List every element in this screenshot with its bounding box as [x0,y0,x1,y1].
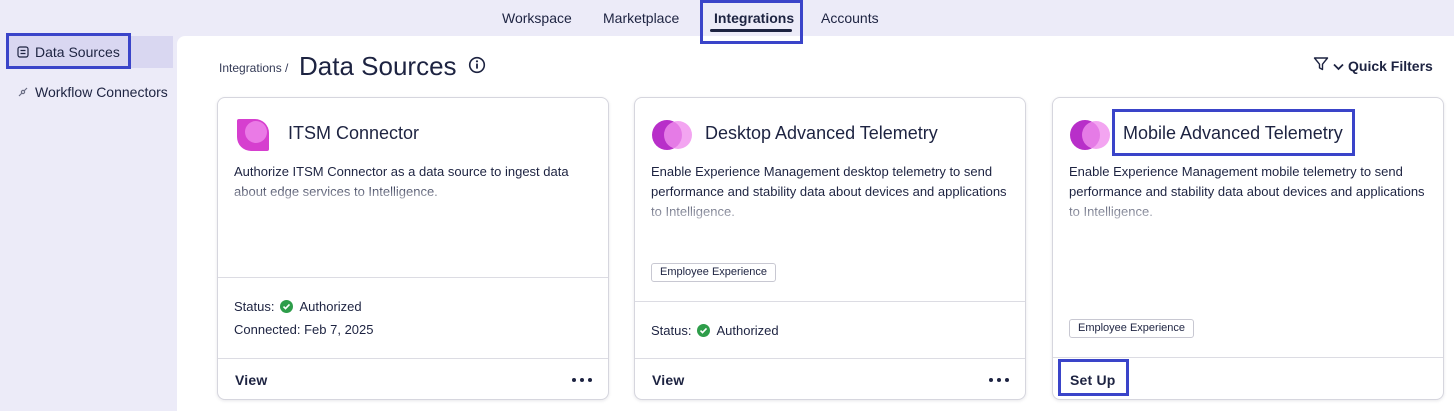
view-button[interactable]: View [235,372,267,388]
card-description: Authorize ITSM Connector as a data sourc… [234,164,569,199]
set-up-button[interactable]: Set Up [1070,372,1116,388]
data-source-card-mobile-telemetry: Mobile Advanced Telemetry Enable Experie… [1052,97,1444,400]
card-title[interactable]: Desktop Advanced Telemetry [705,123,938,144]
tab-accounts[interactable]: Accounts [821,0,879,36]
divider [635,358,1025,359]
tab-marketplace[interactable]: Marketplace [603,0,679,36]
view-button[interactable]: View [652,372,684,388]
status-row: Status: Authorized [234,299,362,314]
breadcrumb[interactable]: Integrations / [219,61,288,75]
mobile-telemetry-logo-icon [1069,116,1113,159]
top-navigation: Workspace Marketplace Integrations Accou… [0,0,1454,36]
data-source-card-desktop-telemetry: Desktop Advanced Telemetry Enable Experi… [634,97,1026,400]
status-label: Status: [234,299,275,314]
page-title: Data Sources [299,51,457,81]
data-source-card-itsm: ITSM Connector Authorize ITSM Connector … [217,97,609,400]
sidebar-item-data-sources[interactable]: Data Sources [9,36,173,68]
check-circle-icon [697,324,711,337]
quick-filters-label: Quick Filters [1348,57,1433,74]
desktop-telemetry-logo-icon [651,116,695,159]
status-value: Authorized [716,323,779,338]
connected-date: Connected: Feb 7, 2025 [234,322,374,337]
divider [1053,357,1443,358]
card-description: Enable Experience Management desktop tel… [651,164,1007,219]
chevron-down-icon [1333,58,1344,74]
quick-filters-button[interactable]: Quick Filters [1313,56,1433,75]
sidebar-item-label: Workflow Connectors [35,84,168,100]
tab-workspace[interactable]: Workspace [502,0,572,36]
divider [218,358,608,359]
connector-icon [11,85,35,99]
more-options-icon[interactable] [989,378,1009,382]
info-icon[interactable] [468,56,486,79]
filter-icon [1313,56,1329,75]
sidebar: Data Sources Workflow Connectors [0,36,176,411]
status-label: Status: [651,323,692,338]
card-title[interactable]: ITSM Connector [288,123,419,144]
status-row: Status: Authorized [651,323,779,338]
category-tag: Employee Experience [651,263,777,282]
main-content: Integrations / Data Sources Quick Filter… [177,36,1454,411]
data-sources-icon [11,45,35,59]
active-tab-indicator [710,29,792,32]
divider [635,301,1025,302]
card-description: Enable Experience Management mobile tele… [1069,164,1425,219]
card-title[interactable]: Mobile Advanced Telemetry [1123,123,1343,144]
category-tag: Employee Experience [1069,319,1195,338]
more-options-icon[interactable] [572,378,592,382]
check-circle-icon [280,300,294,313]
sidebar-item-label: Data Sources [35,44,120,60]
sidebar-item-workflow-connectors[interactable]: Workflow Connectors [9,76,173,108]
itsm-connector-logo-icon [234,116,272,159]
status-value: Authorized [299,299,362,314]
divider [218,277,608,278]
